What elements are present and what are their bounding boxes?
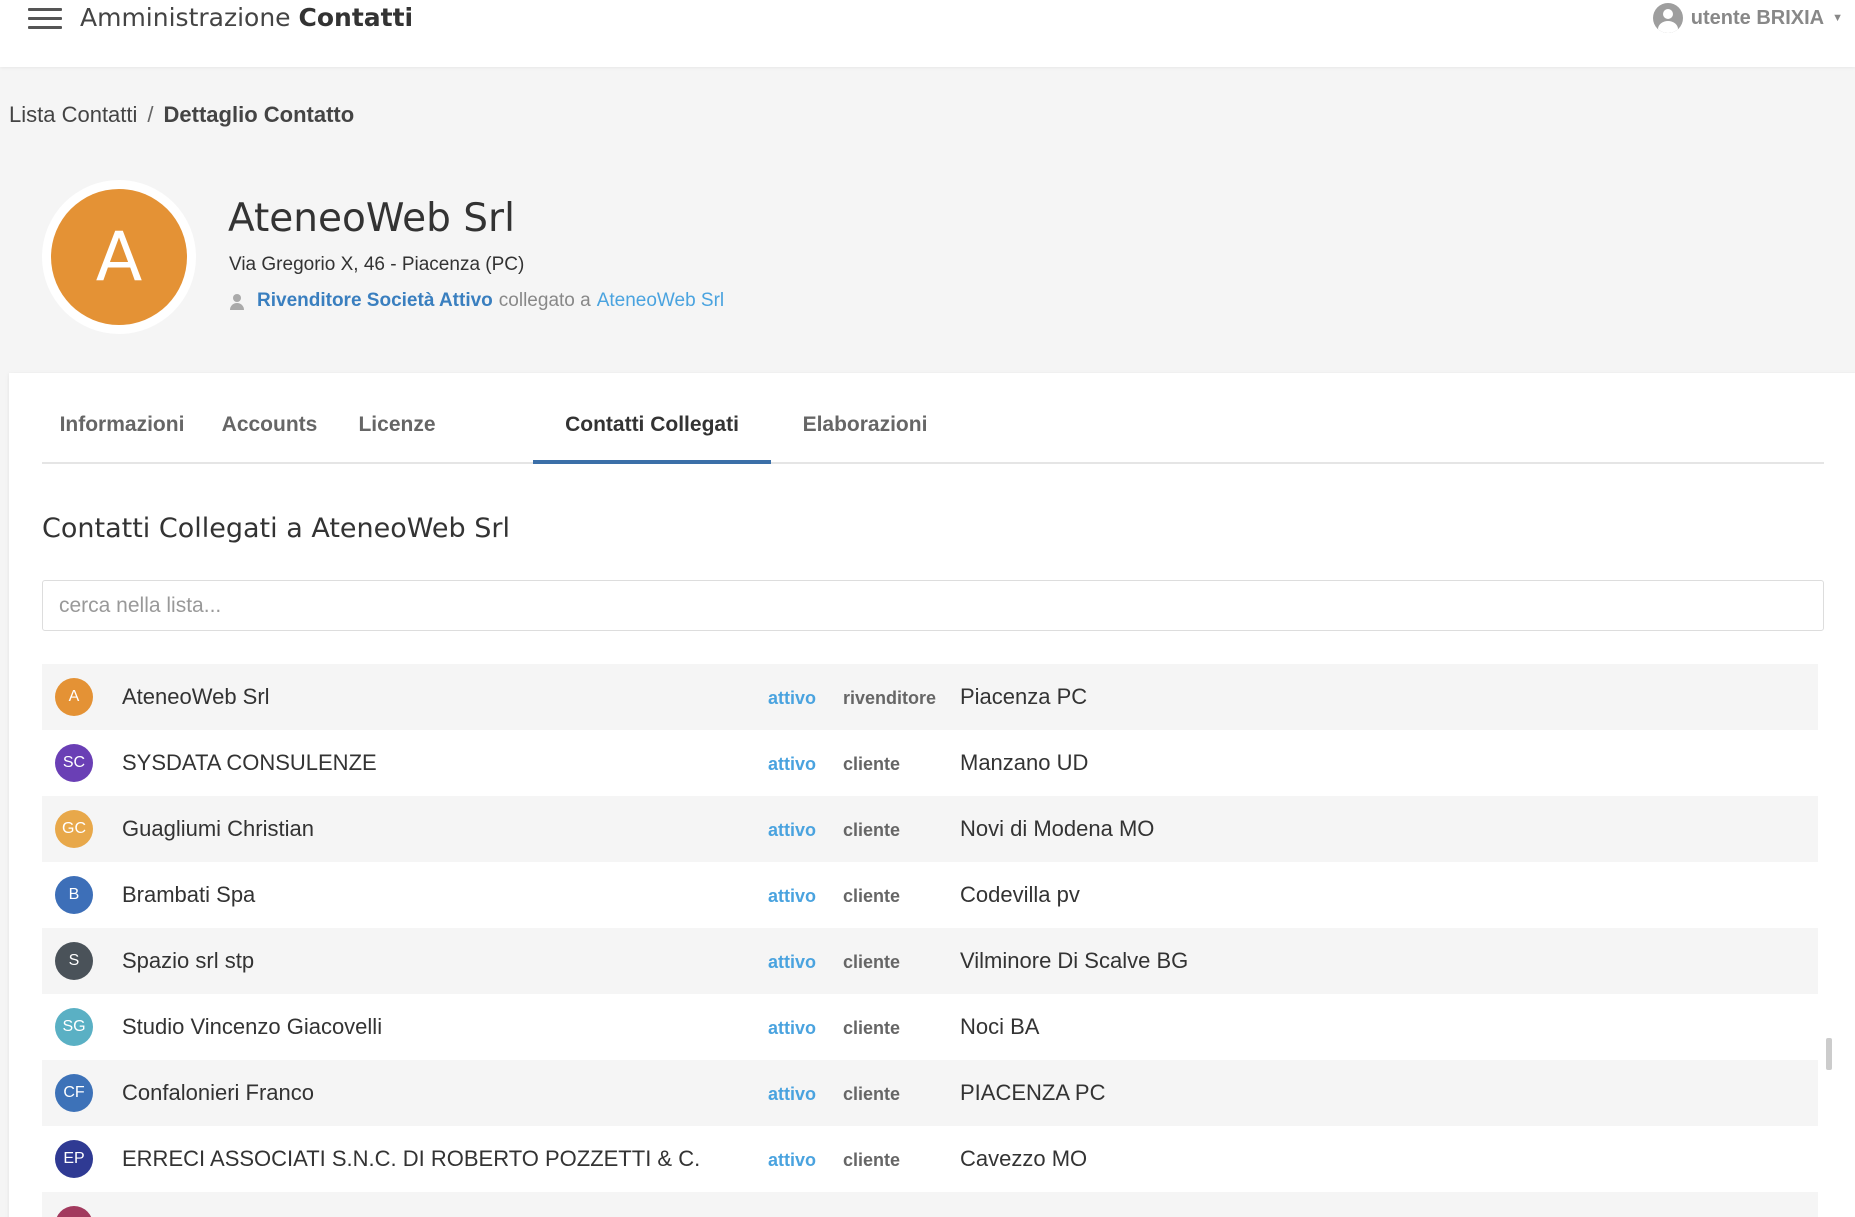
contact-name: Guagliumi Christian <box>122 816 314 841</box>
list-item[interactable]: B Brambati Spa attivo cliente Codevilla pv <box>42 862 1818 928</box>
contact-status: attivo <box>768 1084 817 1104</box>
contact-name: AteneoWeb Srl <box>122 684 270 709</box>
contact-city: PIACENZA PC <box>960 1080 1106 1105</box>
profile-role-line: Rivenditore Società Attivo collegato a A… <box>229 290 724 312</box>
contact-city: Piacenza PC <box>960 684 1088 709</box>
contact-city: Cavezzo MO <box>960 1146 1088 1171</box>
app-title-prefix: Amministrazione <box>80 3 291 32</box>
app-title: Amministrazione Contatti <box>80 2 413 34</box>
tab-accounts[interactable]: Accounts <box>207 373 332 464</box>
section-title: Contatti Collegati a AteneoWeb Srl <box>42 513 510 544</box>
contact-status: attivo <box>768 820 817 840</box>
contact-type: rivenditore <box>843 688 937 708</box>
list-item[interactable]: SG Studio Vincenzo Giacovelli attivo client… <box>42 994 1818 1060</box>
linked-text: collegato a <box>498 290 591 311</box>
contact-type: cliente <box>843 820 901 840</box>
contact-city: Vilminore Di Scalve BG <box>960 948 1189 973</box>
breadcrumb-lista-contatti[interactable]: Lista Contatti <box>9 102 137 127</box>
list-item[interactable]: A AteneoWeb Srl attivo rivenditore Piacenza … <box>42 664 1818 730</box>
contact-city: Codevilla pv <box>960 882 1080 907</box>
profile-avatar: A <box>51 189 187 325</box>
contact-name: ERRECI ASSOCIATI S.N.C. DI ROBERTO POZZE… <box>122 1146 701 1171</box>
contact-avatar: S <box>55 942 93 980</box>
list-item[interactable]: EP ERRECI ASSOCIATI S.N.C. DI ROBERTO POZ… <box>42 1126 1818 1192</box>
contact-status: attivo <box>768 1150 817 1170</box>
person-icon <box>229 293 245 310</box>
list-item[interactable]: GC Guagliumi Christian attivo cliente Novi d… <box>42 796 1818 862</box>
contact-avatar: A <box>55 678 93 716</box>
user-name: utente BRIXIA <box>1690 6 1825 29</box>
tab-contatti-collegati[interactable]: Contatti Collegati <box>533 373 771 464</box>
contact-type: cliente <box>843 1084 901 1104</box>
breadcrumb: Lista Contatti / Dettaglio Contatto <box>9 102 354 128</box>
hamburger-menu-icon[interactable] <box>28 8 62 32</box>
contact-name: Confalonieri Franco <box>122 1080 314 1105</box>
contacts-list: A AteneoWeb Srl attivo rivenditore Piacenza … <box>42 664 1818 1217</box>
contact-type: cliente <box>843 952 901 972</box>
app-title-bold: Contatti <box>298 3 414 32</box>
detail-card: Informazioni Accounts Licenze Contatti C… <box>9 373 1855 1217</box>
tab-informazioni[interactable]: Informazioni <box>42 373 202 464</box>
tab-bar: Informazioni Accounts Licenze Contatti C… <box>42 373 1824 464</box>
contact-name: Brambati Spa <box>122 882 256 907</box>
breadcrumb-current: Dettaglio Contatto <box>163 102 355 127</box>
list-item[interactable] <box>42 1192 1818 1217</box>
breadcrumb-separator: / <box>147 102 154 127</box>
contact-avatar: CF <box>55 1074 93 1112</box>
tab-elaborazioni[interactable]: Elaborazioni <box>795 373 935 464</box>
contact-status: attivo <box>768 688 817 708</box>
contact-status: attivo <box>768 1018 817 1038</box>
contact-status: attivo <box>768 886 817 906</box>
tab-licenze[interactable]: Licenze <box>337 373 457 464</box>
contact-name: Studio Vincenzo Giacovelli <box>122 1014 383 1039</box>
contact-type: cliente <box>843 1018 901 1038</box>
contact-avatar: SG <box>55 1008 93 1046</box>
contact-avatar: SC <box>55 744 93 782</box>
search-input[interactable] <box>42 580 1824 631</box>
contact-name: SYSDATA CONSULENZE <box>122 750 377 775</box>
contact-avatar: B <box>55 876 93 914</box>
contact-city: Novi di Modena MO <box>960 816 1155 841</box>
role-link[interactable]: Rivenditore Società Attivo <box>257 290 493 312</box>
contact-avatar: EP <box>55 1140 93 1178</box>
contact-type: cliente <box>843 886 901 906</box>
profile-name: AteneoWeb Srl <box>228 196 515 241</box>
list-item[interactable]: CF Confalonieri Franco attivo cliente PIACEN… <box>42 1060 1818 1126</box>
contact-status: attivo <box>768 754 817 774</box>
user-menu[interactable]: utente BRIXIA ▼ <box>1652 2 1843 34</box>
user-account-icon <box>1652 3 1683 33</box>
contact-status: attivo <box>768 952 817 972</box>
contact-name: Spazio srl stp <box>122 948 255 973</box>
contact-type: cliente <box>843 754 901 774</box>
scrollbar-thumb[interactable] <box>1826 1038 1832 1070</box>
linked-to-link[interactable]: AteneoWeb Srl <box>597 290 724 312</box>
list-item[interactable]: SC SYSDATA CONSULENZE attivo cliente Manzano… <box>42 730 1818 796</box>
contact-city: Noci BA <box>960 1014 1040 1039</box>
profile-address: Via Gregorio X, 46 - Piacenza (PC) <box>229 254 525 275</box>
contact-avatar: GC <box>55 810 93 848</box>
contact-city: Manzano UD <box>960 750 1089 775</box>
list-item[interactable]: S Spazio srl stp attivo cliente Vilminore Di… <box>42 928 1818 994</box>
contact-avatar <box>55 1206 93 1217</box>
top-app-bar: Amministrazione Contatti utente BRIXIA ▼ <box>0 0 1855 67</box>
caret-down-icon: ▼ <box>1832 12 1843 24</box>
contact-type: cliente <box>843 1150 901 1170</box>
